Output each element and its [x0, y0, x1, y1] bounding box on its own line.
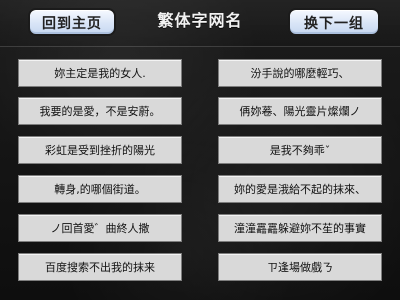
left-item-4[interactable]: 轉身,的哪個街道。	[18, 175, 182, 203]
top-bar: 回到主页 繁体字网名 换下一组	[0, 0, 400, 47]
right-item-5[interactable]: 潼潼靐靐躲避妳不苼的事實	[218, 214, 382, 242]
left-item-1[interactable]: 妳主定是我的女人.	[18, 59, 182, 87]
screen: 回到主页 繁体字网名 换下一组 妳主定是我的女人. 我要的是愛，不是安蔚。 彩虹…	[0, 0, 400, 300]
page-title: 繁体字网名	[157, 11, 243, 30]
right-item-3[interactable]: 是我不夠乖ˇ	[218, 136, 382, 164]
left-item-3[interactable]: 彩虹是受到挫折的陽光	[18, 136, 182, 164]
right-item-6[interactable]: ㄗ逢場做戲ㄋ	[218, 253, 382, 281]
right-item-1[interactable]: 汾手說的哪麼輕巧、	[218, 59, 382, 87]
next-group-button[interactable]: 换下一组	[288, 8, 380, 36]
left-item-6[interactable]: 百度搜索不出我的抹来	[18, 253, 182, 281]
left-item-5[interactable]: ノ回首愛゛曲終人撒	[18, 214, 182, 242]
home-button[interactable]: 回到主页	[28, 8, 116, 36]
right-item-4[interactable]: 妳的愛是涐給不起的抹來、	[218, 175, 382, 203]
right-item-2[interactable]: 侢妳菤、陽光靈片燦爛ノ	[218, 97, 382, 125]
left-item-2[interactable]: 我要的是愛，不是安蔚。	[18, 97, 182, 125]
